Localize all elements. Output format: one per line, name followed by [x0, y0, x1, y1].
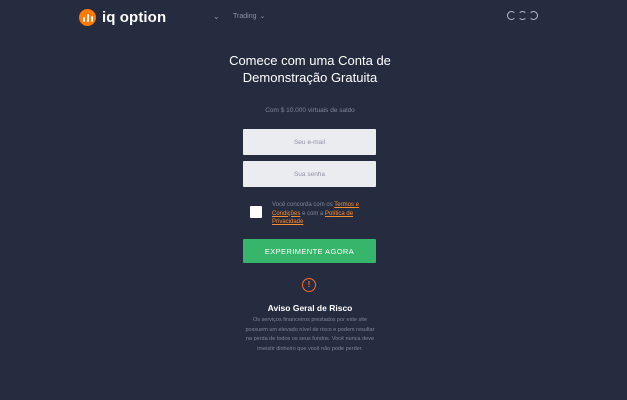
risk-text: Os serviços financeiros prestados por es… [245, 317, 375, 352]
terms-middle: e com a [300, 210, 326, 217]
chevron-down-icon[interactable]: ⌄ [213, 12, 220, 21]
top-header: iq option ⌄ Trading ⌄ [0, 0, 627, 36]
nav-trading-label: Trading [233, 12, 257, 20]
page-title: Comece com uma Conta de Demonstração Gra… [229, 53, 391, 85]
terms-prefix: Você concorda com os [272, 202, 335, 208]
logo-icon [79, 9, 96, 26]
language-icon[interactable] [507, 11, 538, 20]
nav-trading[interactable]: Trading ⌄ [233, 12, 266, 21]
warning-icon: ! [302, 278, 316, 292]
logo-text: iq option [102, 9, 167, 26]
try-now-button[interactable]: EXPERIMENTE AGORA [243, 239, 376, 263]
password-field[interactable] [243, 161, 376, 187]
terms-text: Você concorda com os Termos e Condições … [272, 201, 382, 227]
email-field[interactable] [243, 129, 376, 155]
subtitle: Com $ 10.000 virtuais de saldo [265, 107, 355, 114]
terms-checkbox[interactable] [250, 206, 262, 218]
risk-title: Aviso Geral de Risco [267, 303, 353, 313]
logo[interactable]: iq option [79, 9, 166, 26]
chevron-down-icon: ⌄ [259, 13, 266, 20]
